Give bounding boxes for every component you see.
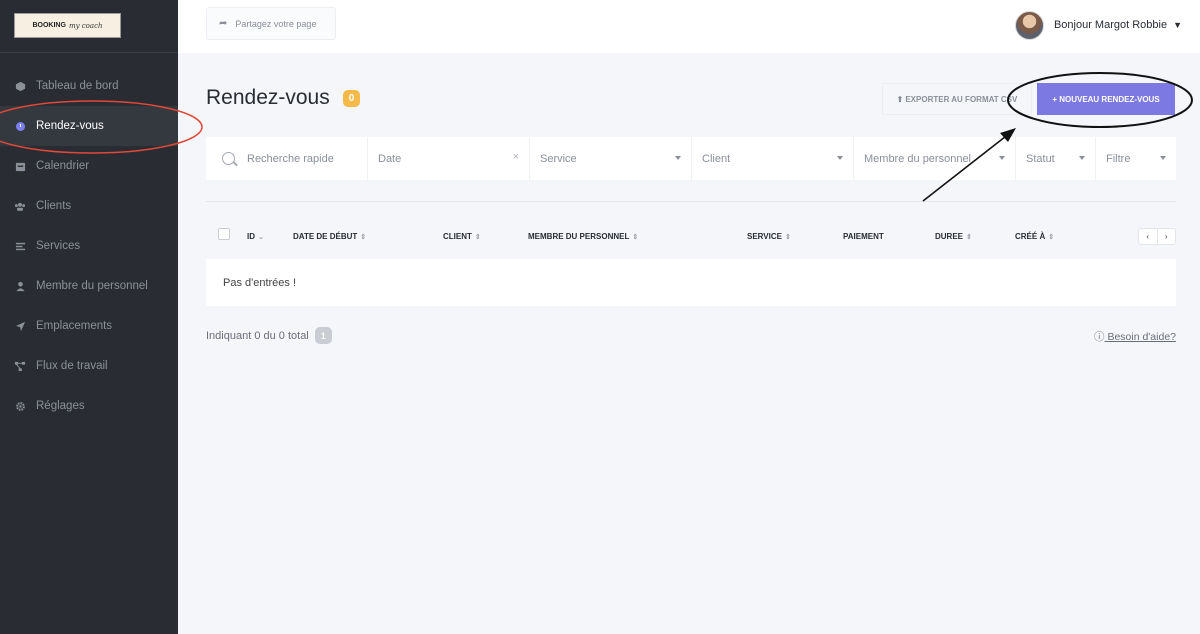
pagination-info: Indiquant 0 du 0 total 1 [206,327,332,344]
caret-down-icon [837,156,843,160]
calendar-icon [14,160,26,172]
upload-icon: ⬆ [896,94,904,104]
list-icon [14,240,26,252]
share-arrow-icon: ➦ [219,18,228,29]
staff-select-label: Membre du personnel [864,152,972,165]
status-select-label: Statut [1026,152,1055,165]
select-all-checkbox[interactable] [218,228,230,240]
service-select[interactable]: Service [530,137,692,180]
users-icon [14,200,26,212]
sidebar-item-label: Emplacements [36,320,113,332]
sidebar-divider [0,52,178,53]
divider [206,201,1176,202]
client-select[interactable]: Client [692,137,854,180]
pagination-text: Indiquant 0 du 0 total [206,329,309,342]
chevron-left-icon[interactable]: ‹ [1139,229,1158,244]
sidebar-item-reglages[interactable]: Réglages [0,386,178,426]
sidebar-item-clients[interactable]: Clients [0,186,178,226]
sort-icon: ⇕ [1048,234,1055,241]
date-filter[interactable]: Date × [368,137,530,180]
column-scroll-pager: ‹ › [1138,228,1176,245]
caret-down-icon [675,156,681,160]
column-header-membre-du-personnel[interactable]: MEMBRE DU PERSONNEL ⇕ [528,232,638,241]
box-icon [14,80,26,92]
sidebar-item-label: Services [36,240,81,252]
sort-icon: ⇕ [966,234,972,241]
filter-bar: Recherche rapide Date × Service Client M… [206,137,1176,180]
chevron-down-icon: ▼ [1173,20,1182,30]
help-link[interactable]: ⓘ Besoin d'aide? [1094,329,1176,344]
staff-select[interactable]: Membre du personnel [854,137,1016,180]
date-filter-label: Date [378,152,402,165]
clear-icon[interactable]: × [513,151,519,163]
sidebar-item-label: Réglages [36,400,85,412]
column-header-cree-a[interactable]: CRÉÉ À ⇕ [1015,232,1054,241]
column-header-date-de-debut[interactable]: DATE DE DÉBUT ⇕ [293,232,366,241]
export-csv-button[interactable]: ⬆ EXPORTER AU FORMAT CSV [882,83,1032,115]
service-select-label: Service [540,152,577,165]
sort-desc-icon: ⌄ [258,234,264,241]
sidebar-item-membre-du-personnel[interactable]: Membre du personnel [0,266,178,306]
export-csv-label: EXPORTER AU FORMAT CSV [905,94,1018,104]
sidebar-item-services[interactable]: Services [0,226,178,266]
logo-text-mycoach: my coach [68,21,103,30]
user-greeting: Bonjour Margot Robbie [1053,19,1168,31]
column-header-client[interactable]: CLIENT ⇕ [443,232,481,241]
empty-table-row: Pas d'entrées ! [206,259,1176,306]
help-icon: ⓘ [1094,331,1105,343]
sort-icon: ⇕ [474,234,481,241]
page-title: Rendez-vous [206,86,330,109]
sort-icon: ⇕ [632,234,639,241]
share-page-button[interactable]: ➦ Partagez votre page [206,7,336,40]
status-select[interactable]: Statut [1016,137,1096,180]
table-header: ID ⌄ DATE DE DÉBUT ⇕ CLIENT ⇕ MEMBRE DU PER… [206,222,1176,252]
sidebar-item-tableau-de-bord[interactable]: Tableau de bord [0,66,178,106]
user-menu[interactable]: Bonjour Margot Robbie ▼ [1014,10,1182,40]
sidebar-item-flux-de-travail[interactable]: Flux de travail [0,346,178,386]
filter-select-label: Filtre [1106,152,1131,165]
search-input[interactable]: Recherche rapide [206,137,368,180]
topbar: ➦ Partagez votre page Bonjour Margot Rob… [178,0,1200,53]
column-header-id[interactable]: ID ⌄ [247,232,264,241]
logo-text-booking: BOOKING [32,22,66,29]
sort-icon: ⇕ [360,234,367,241]
sidebar-item-emplacements[interactable]: Emplacements [0,306,178,346]
sidebar-item-label: Flux de travail [36,360,108,372]
sidebar-nav: Tableau de bord Rendez-vous Calendrier C… [0,66,178,426]
chevron-right-icon[interactable]: › [1158,229,1176,244]
caret-down-icon [999,156,1005,160]
user-icon [14,280,26,292]
page-number-button[interactable]: 1 [314,327,332,344]
filter-select[interactable]: Filtre [1096,137,1176,180]
search-icon [222,152,235,165]
sidebar: BOOKING my coach Tableau de bord Rendez-… [0,0,178,634]
column-header-paiement: PAIEMENT [843,232,884,241]
sidebar-item-label: Rendez-vous [36,120,104,132]
sidebar-item-rendez-vous[interactable]: Rendez-vous [0,106,178,146]
gear-icon [14,400,26,412]
sidebar-item-calendrier[interactable]: Calendrier [0,146,178,186]
share-page-label: Partagez votre page [235,18,317,29]
workflow-icon [14,360,26,372]
location-arrow-icon [14,320,26,332]
client-select-label: Client [702,152,731,165]
sort-icon: ⇕ [784,234,791,241]
sidebar-item-label: Clients [36,200,72,212]
column-header-duree[interactable]: DUREE ⇕ [935,232,972,241]
clock-icon [14,120,26,132]
count-badge: 0 [343,90,360,107]
new-appointment-button[interactable]: + NOUVEAU RENDEZ-VOUS [1037,83,1175,115]
sidebar-item-label: Tableau de bord [36,80,119,92]
help-link-label: Besoin d'aide? [1107,331,1176,343]
search-placeholder: Recherche rapide [247,152,334,165]
brand-logo[interactable]: BOOKING my coach [14,13,121,38]
column-header-service[interactable]: SERVICE ⇕ [747,232,791,241]
sidebar-item-label: Membre du personnel [36,280,148,292]
caret-down-icon [1079,156,1085,160]
avatar[interactable] [1014,10,1044,40]
caret-down-icon [1160,156,1166,160]
sidebar-item-label: Calendrier [36,160,90,172]
